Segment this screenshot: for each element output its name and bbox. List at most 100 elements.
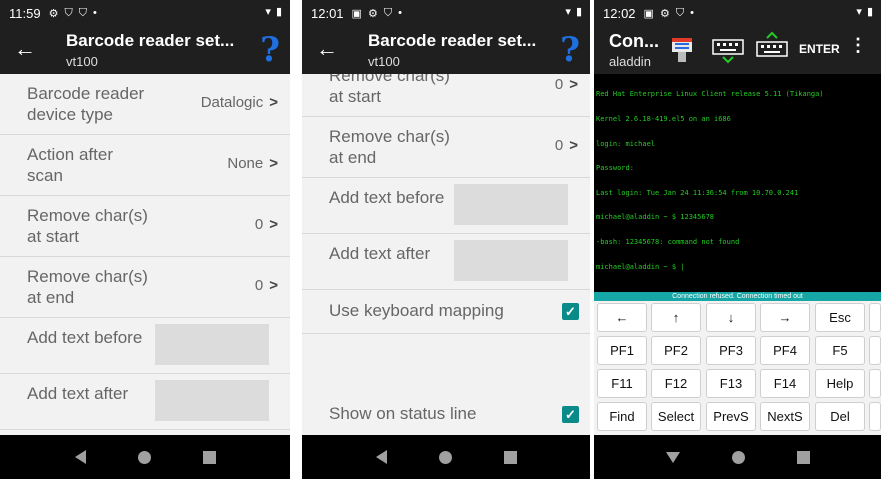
key-esc[interactable]: Esc xyxy=(815,303,865,332)
shield-icon: ⛉ xyxy=(64,6,73,19)
setting-value: 0 xyxy=(254,277,264,294)
setting-label: Remove char(s) xyxy=(329,127,450,146)
setting-value: None xyxy=(227,155,264,172)
back-arrow-icon[interactable]: ← xyxy=(14,35,36,63)
setting-label: Add text after xyxy=(27,384,129,403)
app-bar: ← Barcode reader set... vt100 ? xyxy=(302,26,590,74)
page-title: Barcode reader set... xyxy=(368,31,537,50)
setting-use-keyboard-mapping[interactable]: Use keyboard mapping ✓ xyxy=(302,290,590,334)
key-select[interactable]: Select xyxy=(651,402,701,431)
key-f12[interactable]: F12 xyxy=(651,369,701,398)
setting-label: Remove char(s) xyxy=(329,74,450,85)
nav-bar xyxy=(0,435,290,479)
setting-value: Datalogic xyxy=(200,94,264,111)
status-bar: 12:02 ▣ ⚙ ⛉ • ▾ ▮ xyxy=(594,0,881,26)
session-host: aladdin xyxy=(609,54,651,69)
nav-home-icon[interactable] xyxy=(438,450,452,464)
nav-recents-icon[interactable] xyxy=(202,450,216,464)
back-arrow-icon[interactable]: ← xyxy=(316,35,338,63)
setting-show-on-status-line[interactable]: Show on status line ✓ xyxy=(302,392,590,435)
key-f5[interactable]: F5 xyxy=(815,336,865,365)
connection-status-line: Connection refused. Connection timed out xyxy=(594,292,881,301)
status-bar: 11:59 ⚙ ⛉ ⛉ • ▾ ▮ xyxy=(0,0,290,26)
terminal-line: michael@aladdin ~ $ | xyxy=(596,262,685,271)
key-find[interactable]: Find xyxy=(597,402,647,431)
keyboard-hide-icon[interactable] xyxy=(756,31,788,61)
setting-label: at end xyxy=(329,148,377,167)
key-f13[interactable]: F13 xyxy=(706,369,756,398)
dot-icon: • xyxy=(398,7,402,19)
terminal-line: Red Hat Enterprise Linux Client release … xyxy=(596,90,824,99)
setting-remove-chars-end[interactable]: Remove char(s) at end 0 > xyxy=(302,117,590,178)
nav-recents-icon[interactable] xyxy=(503,450,517,464)
chevron-right-icon: > xyxy=(569,76,578,93)
setting-remove-chars-end[interactable]: Remove char(s) at end 0 > xyxy=(0,257,290,318)
add-text-after-input[interactable] xyxy=(454,240,568,281)
add-text-after-input[interactable] xyxy=(155,380,269,421)
key-partial[interactable] xyxy=(869,369,881,398)
battery-icon: ▮ xyxy=(275,6,282,18)
key-up[interactable]: ↑ xyxy=(651,303,701,332)
gear-icon: ⚙ xyxy=(48,7,59,20)
key-f11[interactable]: F11 xyxy=(597,369,647,398)
nav-back-icon[interactable] xyxy=(375,450,387,464)
setting-label: Add text before xyxy=(329,188,445,207)
nav-recents-icon[interactable] xyxy=(796,450,810,464)
key-pf1[interactable]: PF1 xyxy=(597,336,647,365)
gear-icon: ⚙ xyxy=(367,7,378,20)
key-f14[interactable]: F14 xyxy=(760,369,810,398)
status-time: 12:01 xyxy=(311,5,344,21)
key-right[interactable]: → xyxy=(760,303,810,332)
add-text-before-input[interactable] xyxy=(155,324,269,365)
wifi-icon: ▾ xyxy=(265,6,271,18)
setting-label: Add text before xyxy=(27,328,143,347)
key-pf4[interactable]: PF4 xyxy=(760,336,810,365)
nav-hide-keyboard-icon[interactable] xyxy=(665,451,680,463)
nav-home-icon[interactable] xyxy=(137,450,151,464)
wifi-icon: ▾ xyxy=(856,6,862,18)
setting-value: 0 xyxy=(554,76,564,93)
status-bar: 12:01 ▣ ⚙ ⛉ • ▾ ▮ xyxy=(302,0,590,26)
chevron-right-icon: > xyxy=(269,94,278,111)
setting-add-text-after: Add text after xyxy=(0,374,290,430)
add-text-before-input[interactable] xyxy=(454,184,568,225)
setting-device-type[interactable]: Barcode reader device type Datalogic > xyxy=(0,74,290,135)
help-icon[interactable]: ? xyxy=(560,30,580,70)
setting-remove-chars-start[interactable]: Remove char(s) at start 0 > xyxy=(0,196,290,257)
nav-home-icon[interactable] xyxy=(731,450,745,464)
scanner-icon[interactable] xyxy=(668,32,696,68)
key-left[interactable]: ← xyxy=(597,303,647,332)
key-prevs[interactable]: PrevS xyxy=(706,402,756,431)
session-title: Con... xyxy=(609,31,659,51)
status-line-checkbox[interactable]: ✓ xyxy=(562,406,579,423)
terminal-line: login: michael xyxy=(596,139,656,148)
terminal-screen[interactable]: Red Hat Enterprise Linux Client release … xyxy=(594,74,881,292)
setting-label: scan xyxy=(27,166,63,185)
key-partial[interactable] xyxy=(869,336,881,365)
key-down[interactable]: ↓ xyxy=(706,303,756,332)
page-subtitle: vt100 xyxy=(66,54,98,69)
keyboard-show-icon[interactable] xyxy=(712,38,744,64)
setting-remove-chars-start[interactable]: Remove char(s) at start 0 > xyxy=(302,74,590,117)
terminal-line: -bash: 12345678: command not found xyxy=(596,238,740,247)
enter-button[interactable]: ENTER xyxy=(799,42,840,56)
help-icon[interactable]: ? xyxy=(260,30,280,70)
status-time: 11:59 xyxy=(9,5,41,21)
overflow-menu-icon[interactable]: ⋮ xyxy=(849,36,867,54)
key-pf3[interactable]: PF3 xyxy=(706,336,756,365)
chevron-right-icon: > xyxy=(269,155,278,172)
nav-back-icon[interactable] xyxy=(74,450,86,464)
key-partial[interactable] xyxy=(869,402,881,431)
key-del[interactable]: Del xyxy=(815,402,865,431)
key-partial[interactable] xyxy=(869,303,881,332)
setting-action-after-scan[interactable]: Action after scan None > xyxy=(0,135,290,196)
screen-barcode-settings-2: Remove char(s) at start 0 > Remove char(s… xyxy=(302,0,590,479)
key-help[interactable]: Help xyxy=(815,369,865,398)
key-pf2[interactable]: PF2 xyxy=(651,336,701,365)
setting-label: Use keyboard mapping xyxy=(329,301,504,320)
settings-list: Barcode reader device type Datalogic > Ac… xyxy=(0,74,290,435)
keyboard-mapping-checkbox[interactable]: ✓ xyxy=(562,303,579,320)
setting-label: at start xyxy=(27,227,79,246)
key-nexts[interactable]: NextS xyxy=(760,402,810,431)
shield-icon: ⛉ xyxy=(675,6,685,19)
